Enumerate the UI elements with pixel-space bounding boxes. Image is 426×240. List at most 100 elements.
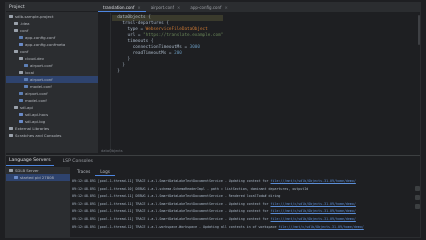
file-icon bbox=[19, 42, 23, 47]
tree-item[interactable]: model.conf bbox=[6, 97, 98, 104]
language-servers-list: SDLB Server started pid 27808 bbox=[6, 167, 70, 237]
project-panel-title: Project bbox=[9, 4, 25, 10]
log-output[interactable]: 09:12:48.891 [pool-1-thread-11] TRACE i.… bbox=[72, 178, 416, 231]
log-tab[interactable]: Traces bbox=[72, 167, 95, 176]
tree-item-label: sdl-api bbox=[20, 105, 33, 110]
tree-item-label: cloud-dev bbox=[25, 56, 45, 61]
tree-item-label: app-config.confmeta bbox=[25, 42, 66, 47]
file-icon bbox=[19, 119, 23, 124]
file-icon bbox=[24, 63, 28, 68]
tree-item[interactable]: local bbox=[6, 69, 98, 76]
tree-item-label: local bbox=[25, 70, 35, 75]
tree-item-label: conf bbox=[20, 28, 29, 33]
editor-tab-label: translation.conf bbox=[103, 4, 135, 10]
tree-item[interactable]: Scratches and Consoles bbox=[6, 132, 98, 139]
server-item[interactable]: started pid 27808 bbox=[6, 174, 70, 181]
breadcrumb[interactable]: dataObjects bbox=[101, 149, 123, 153]
editor-tab[interactable]: translation.conf × bbox=[98, 3, 146, 12]
folder-icon bbox=[9, 126, 13, 131]
tree-item[interactable]: airport.conf bbox=[6, 90, 98, 97]
log-toolbar bbox=[415, 186, 420, 213]
editor-tab[interactable]: airport.conf × bbox=[146, 3, 186, 12]
tree-item-label: sdl-api.log bbox=[25, 119, 46, 124]
editor-tab-label: airport.conf bbox=[150, 5, 175, 10]
code-token: "https://translate.example.com" bbox=[143, 33, 224, 38]
editor-gutter bbox=[98, 13, 111, 153]
tree-item[interactable]: sdl-api bbox=[6, 104, 98, 111]
log-link[interactable]: file:///mnt/c/sdlb/Objects-31-09/home/de… bbox=[278, 225, 363, 229]
file-icon bbox=[24, 84, 28, 89]
project-panel: Project sdlb-sample-project .idea conf app-… bbox=[6, 3, 98, 153]
tree-item[interactable]: External Libraries bbox=[6, 125, 98, 132]
editor-tab[interactable]: app-config.conf × bbox=[185, 3, 232, 12]
soft-wrap-icon[interactable] bbox=[415, 195, 420, 200]
code-token: WebserviceFileDataObject bbox=[145, 27, 208, 32]
tree-item[interactable]: .idea bbox=[6, 20, 98, 27]
code-token: connectionTimeoutMs = bbox=[132, 45, 190, 50]
folder-icon bbox=[19, 56, 23, 61]
tree-item[interactable]: sdl-api.log bbox=[6, 118, 98, 125]
tree-item-label: .idea bbox=[20, 21, 30, 26]
file-icon bbox=[19, 91, 23, 96]
editor-tab-label: app-config.conf bbox=[190, 5, 222, 10]
tree-item-label: app-config.conf bbox=[25, 35, 56, 40]
tree-item-label: airport.conf bbox=[30, 77, 53, 82]
file-icon bbox=[19, 112, 23, 117]
log-line: 09:12:48.891 [pool-1-thread-12] TRACE i.… bbox=[72, 224, 416, 232]
tool-tab[interactable]: Language Servers bbox=[6, 156, 54, 166]
tree-item[interactable]: model.conf bbox=[6, 83, 98, 90]
tree-item-label: model.conf bbox=[30, 84, 52, 89]
log-line: 09:12:48.891 [pool-1-thread-10] DEBUG i.… bbox=[72, 186, 416, 194]
tree-item[interactable]: airport.conf bbox=[6, 62, 98, 69]
tree-item[interactable]: conf bbox=[6, 27, 98, 34]
log-text: 09:12:48.891 [pool-1-thread-11] TRACE i.… bbox=[72, 201, 271, 206]
scroll-to-end-icon[interactable] bbox=[415, 186, 420, 191]
log-tab[interactable]: Logs bbox=[95, 167, 115, 176]
project-panel-header[interactable]: Project bbox=[6, 3, 98, 12]
close-icon[interactable]: × bbox=[224, 5, 227, 10]
file-icon bbox=[19, 98, 23, 103]
tree-item[interactable]: sdl-api.hocs bbox=[6, 111, 98, 118]
tree-item-label: airport.conf bbox=[30, 63, 53, 68]
log-text: 09:12:48.891 [pool-1-thread-11] TRACE i.… bbox=[72, 216, 271, 221]
project-tree: sdlb-sample-project .idea conf app-config.c… bbox=[6, 13, 98, 139]
server-item-label: started pid 27808 bbox=[20, 175, 54, 180]
code-token: timeouts { bbox=[127, 39, 154, 44]
code-editor[interactable]: dataObjects { trnsl-departures { type = … bbox=[98, 13, 420, 153]
bottom-tool-window: Language Servers LSP Consoles SDLB Server… bbox=[6, 155, 420, 237]
code-token: trnsl-departures { bbox=[122, 21, 169, 26]
code-content[interactable]: dataObjects { trnsl-departures { type = … bbox=[112, 15, 224, 75]
tree-item-label: External Libraries bbox=[15, 126, 50, 131]
log-line: 09:12:48.891 [pool-1-thread-11] DEBUG i.… bbox=[72, 193, 416, 201]
tree-item[interactable]: app-config.confmeta bbox=[6, 41, 98, 48]
tree-item-label: conf bbox=[20, 49, 29, 54]
tree-item[interactable]: conf bbox=[6, 48, 98, 55]
folder-icon bbox=[14, 28, 18, 33]
code-token: 200 bbox=[174, 51, 182, 56]
tree-item[interactable]: app-config.conf bbox=[6, 34, 98, 41]
tree-item[interactable]: cloud-dev bbox=[6, 55, 98, 62]
folder-icon bbox=[14, 21, 18, 26]
code-token: } bbox=[122, 63, 125, 68]
log-link[interactable]: file:///mnt/c/sdlb/Objects-31-09/home/de… bbox=[271, 202, 356, 206]
code-line: } bbox=[112, 69, 223, 75]
server-icon bbox=[9, 168, 13, 173]
log-line: 09:12:48.891 [pool-1-thread-11] TRACE i.… bbox=[72, 178, 416, 186]
code-token: } bbox=[127, 57, 131, 62]
tree-item-label: Scratches and Consoles bbox=[15, 133, 62, 138]
editor-scrollbar-thumb[interactable] bbox=[418, 15, 420, 45]
close-icon[interactable]: × bbox=[137, 5, 140, 10]
tree-item[interactable]: airport.conf bbox=[6, 76, 98, 83]
tree-item[interactable]: sdlb-sample-project bbox=[6, 13, 98, 20]
tool-tab[interactable]: LSP Consoles bbox=[60, 156, 96, 166]
code-token: readTimeoutMs = bbox=[132, 51, 175, 56]
log-link[interactable]: file:///mnt/c/sdlb/Objects-31-09/home/de… bbox=[271, 209, 356, 213]
server-item[interactable]: SDLB Server bbox=[6, 167, 70, 174]
log-link[interactable]: file:///mnt/c/sdlb/Objects-31-09/home/de… bbox=[271, 179, 356, 183]
clear-icon[interactable] bbox=[415, 204, 420, 209]
tree-item-label: sdl-api.hocs bbox=[25, 112, 49, 117]
log-text: 09:12:48.891 [pool-1-thread-11] TRACE i.… bbox=[72, 179, 271, 183]
folder-icon bbox=[14, 105, 18, 110]
log-link[interactable]: file:///mnt/c/sdlb/Objects-31-09/home/de… bbox=[271, 217, 356, 221]
close-icon[interactable]: × bbox=[177, 5, 180, 10]
